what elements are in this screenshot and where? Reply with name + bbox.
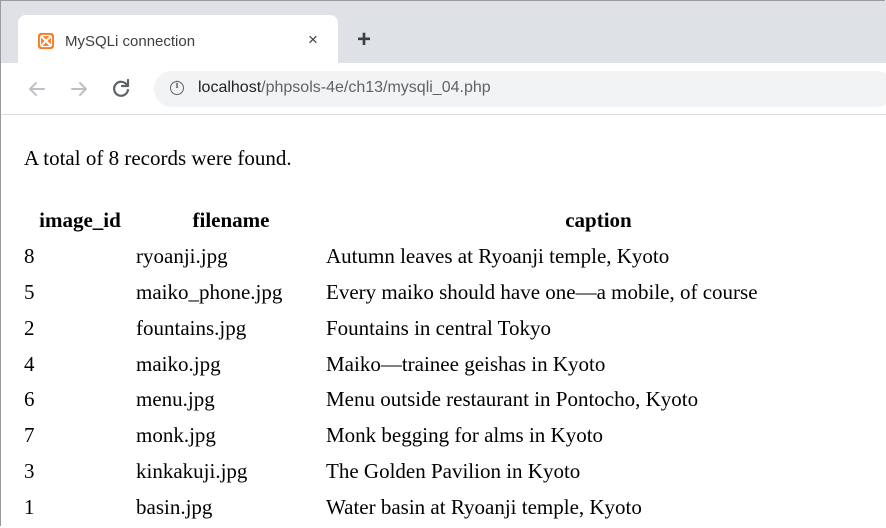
address-bar[interactable]: localhost/phpsols-4e/ch13/mysqli_04.php	[154, 71, 886, 107]
column-header-filename: filename	[192, 208, 270, 233]
record-count-text: A total of 8 records were found.	[24, 146, 292, 170]
table-row: 2 fountains.jpg Fountains in central Tok…	[24, 310, 871, 346]
cell-caption: The Golden Pavilion in Kyoto	[326, 458, 581, 483]
tab-title: MySQLi connection	[65, 33, 196, 50]
cell-image-id: 2	[24, 315, 35, 340]
table-row: 5 maiko_phone.jpg Every maiko should hav…	[24, 275, 871, 311]
table-header-row: image_id filename caption	[24, 203, 871, 239]
url-path: /phpsols-4e/ch13/mysqli_04.php	[261, 79, 491, 96]
cell-filename: ryoanji.jpg	[136, 244, 228, 269]
info-icon[interactable]	[170, 80, 184, 95]
reload-button[interactable]	[109, 77, 133, 101]
arrow-left-icon	[29, 82, 45, 96]
cell-caption: Monk begging for alms in Kyoto	[326, 423, 604, 448]
cell-image-id: 8	[24, 244, 35, 269]
cell-image-id: 4	[24, 351, 35, 376]
tab-mysqli-connection[interactable]: MySQLi connection ×	[18, 15, 338, 63]
cell-image-id: 7	[24, 423, 35, 448]
cell-image-id: 1	[24, 494, 35, 519]
cell-filename: maiko_phone.jpg	[136, 279, 283, 304]
column-header-caption: caption	[565, 208, 632, 233]
table-row: 4 maiko.jpg Maiko—trainee geishas in Kyo…	[24, 346, 871, 382]
browser-window: MySQLi connection × + localhost/phpsols-…	[0, 0, 886, 528]
cell-image-id: 5	[24, 279, 35, 304]
url-host: localhost	[198, 79, 262, 96]
reload-icon	[113, 78, 130, 97]
cell-caption: Water basin at Ryoanji temple, Kyoto	[326, 494, 642, 519]
cell-filename: monk.jpg	[136, 423, 216, 448]
images-table: image_id filename caption 8 ryoanji.jpg …	[24, 203, 871, 525]
cell-image-id: 6	[24, 387, 35, 412]
cell-filename: kinkakuji.jpg	[136, 458, 248, 483]
column-header-image-id: image_id	[39, 208, 121, 233]
cell-caption: Menu outside restaurant in Pontocho, Kyo…	[326, 387, 699, 412]
cell-caption: Fountains in central Tokyo	[326, 315, 552, 340]
cell-caption: Autumn leaves at Ryoanji temple, Kyoto	[326, 244, 670, 269]
table-row: 7 monk.jpg Monk begging for alms in Kyot…	[24, 418, 871, 454]
cell-filename: fountains.jpg	[136, 315, 247, 340]
table-row: 3 kinkakuji.jpg The Golden Pavilion in K…	[24, 454, 871, 490]
cell-caption: Maiko—trainee geishas in Kyoto	[326, 351, 606, 376]
forward-button[interactable]	[67, 77, 91, 101]
cell-filename: maiko.jpg	[136, 351, 221, 376]
tab-strip: MySQLi connection × +	[1, 1, 886, 63]
back-button[interactable]	[25, 77, 49, 101]
close-icon[interactable]: ×	[308, 30, 318, 50]
url-text[interactable]: localhost/phpsols-4e/ch13/mysqli_04.php	[198, 79, 491, 97]
table-row: 8 ryoanji.jpg Autumn leaves at Ryoanji t…	[24, 239, 871, 275]
cell-caption: Every maiko should have one—a mobile, of…	[326, 279, 758, 304]
new-tab-button[interactable]: +	[357, 28, 371, 52]
cell-image-id: 3	[24, 458, 35, 483]
toolbar: localhost/phpsols-4e/ch13/mysqli_04.php	[1, 63, 886, 115]
xampp-icon	[38, 33, 54, 49]
cell-filename: menu.jpg	[136, 387, 215, 412]
cell-filename: basin.jpg	[136, 494, 213, 519]
arrow-right-icon	[71, 82, 87, 96]
table-row: 6 menu.jpg Menu outside restaurant in Po…	[24, 382, 871, 418]
table-row: 1 basin.jpg Water basin at Ryoanji templ…	[24, 489, 871, 525]
page-content: A total of 8 records were found. image_i…	[1, 116, 886, 528]
